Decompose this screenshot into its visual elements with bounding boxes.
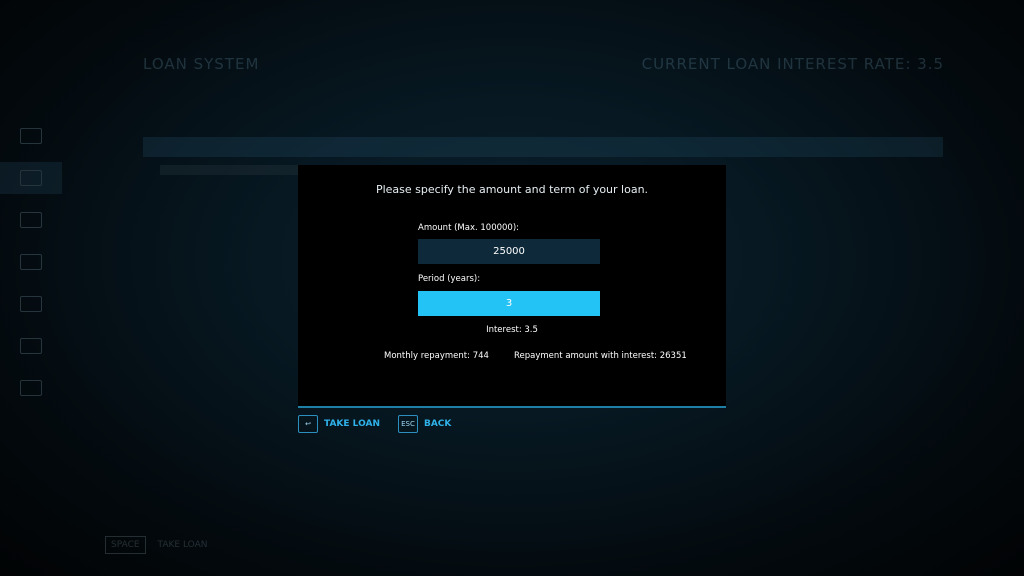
back-label: BACK	[423, 419, 452, 429]
dialog-divider	[298, 406, 726, 408]
menu-icon	[20, 338, 42, 354]
sidebar	[0, 110, 62, 414]
sidebar-item-active	[0, 162, 62, 194]
footer-take-loan-label: TAKE LOAN	[157, 540, 208, 550]
sidebar-item	[0, 330, 62, 362]
space-key: SPACE	[105, 536, 146, 554]
menu-icon	[20, 254, 42, 270]
amount-label: Amount (Max. 100000):	[418, 223, 520, 233]
interest-text: Interest: 3.5	[486, 325, 538, 335]
esc-key: ESC	[397, 415, 418, 433]
menu-icon	[20, 296, 42, 312]
sidebar-item	[0, 120, 62, 152]
menu-icon	[20, 212, 42, 228]
back-button[interactable]: ESC BACK	[397, 415, 452, 433]
take-loan-button[interactable]: ↩ TAKE LOAN	[298, 415, 380, 433]
current-rate-label: CURRENT LOAN INTEREST RATE: 3.5	[641, 55, 944, 73]
sidebar-item	[0, 204, 62, 236]
sidebar-item	[0, 372, 62, 404]
loan-system-title: LOAN SYSTEM	[143, 55, 260, 73]
monthly-repayment-text: Monthly repayment: 744	[384, 351, 489, 361]
background-footer: SPACE TAKE LOAN	[105, 536, 207, 554]
table-headers	[160, 90, 940, 101]
selected-table-row	[143, 137, 943, 157]
enter-key-icon: ↩	[298, 415, 318, 433]
period-label: Period (years):	[418, 274, 481, 284]
total-repayment-text: Repayment amount with interest: 26351	[514, 351, 687, 361]
menu-icon	[20, 128, 42, 144]
dialog-prompt: Please specify the amount and term of yo…	[375, 183, 649, 196]
sidebar-item	[0, 246, 62, 278]
dialog-actions: ↩ TAKE LOAN ESC BACK	[298, 415, 451, 433]
take-loan-label: TAKE LOAN	[324, 419, 380, 429]
loan-dialog: Please specify the amount and term of yo…	[298, 165, 726, 408]
finance-icon	[20, 170, 42, 186]
period-input[interactable]: 3	[418, 291, 600, 316]
amount-input[interactable]: 25000	[418, 239, 600, 264]
sidebar-item	[0, 288, 62, 320]
table-row	[160, 165, 300, 175]
menu-icon	[20, 380, 42, 396]
